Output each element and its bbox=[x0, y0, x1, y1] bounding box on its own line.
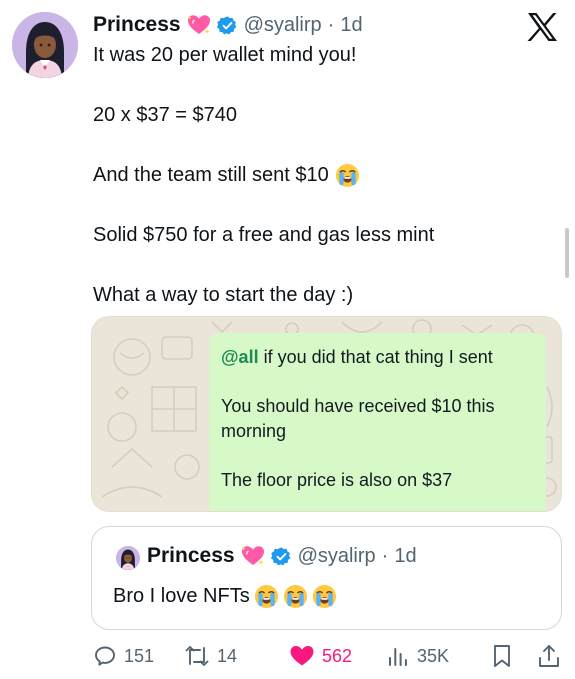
tweet-header: Princess @syalirp · 1d bbox=[93, 10, 363, 40]
quoted-tweet[interactable]: Princess @syalirp · 1d Bro I love NFTs bbox=[91, 526, 562, 630]
attached-image[interactable]: @all if you did that cat thing I sent Yo… bbox=[91, 316, 562, 512]
tweet-line: What a way to start the day :) bbox=[93, 284, 354, 306]
quote-author-name: Princess bbox=[147, 544, 235, 567]
chat-text: The floor price is also on $37 bbox=[221, 470, 453, 490]
crying-face-emoji bbox=[312, 584, 337, 609]
author-handle[interactable]: @syalirp bbox=[244, 14, 322, 37]
reply-count: 151 bbox=[124, 645, 155, 666]
tweet-line: It was 20 per wallet mind you! bbox=[93, 44, 357, 66]
bookmark-icon bbox=[494, 645, 510, 667]
quote-author-handle: @syalirp bbox=[297, 544, 376, 567]
quote-timestamp: 1d bbox=[394, 544, 417, 567]
avatar[interactable] bbox=[12, 12, 78, 78]
tweet-line: 20 x $37 = $740 bbox=[93, 104, 238, 126]
share-icon bbox=[539, 645, 559, 667]
author-name[interactable]: Princess bbox=[93, 13, 181, 37]
separator-dot: · bbox=[327, 13, 335, 36]
quote-text: Bro I love NFTs bbox=[113, 584, 337, 609]
repost-icon bbox=[185, 646, 209, 666]
quote-avatar bbox=[116, 546, 140, 570]
chat-text: You should have received $10 this bbox=[221, 396, 495, 416]
bookmark-button[interactable] bbox=[490, 640, 514, 672]
verified-badge-icon[interactable] bbox=[217, 15, 238, 36]
chat-text: morning bbox=[221, 421, 287, 441]
tweet-text: It was 20 per wallet mind you! 20 x $37 … bbox=[93, 42, 553, 308]
share-button[interactable] bbox=[536, 640, 562, 672]
reply-icon bbox=[95, 646, 115, 666]
verified-badge-icon bbox=[271, 546, 292, 567]
views-icon bbox=[389, 648, 407, 666]
scrollbar[interactable] bbox=[565, 228, 569, 278]
crying-face-emoji bbox=[335, 163, 360, 188]
timestamp[interactable]: 1d bbox=[340, 14, 362, 37]
crying-face-emoji bbox=[283, 584, 308, 609]
repost-count: 14 bbox=[217, 645, 238, 666]
tweet-line: Solid $750 for a free and gas less mint bbox=[93, 224, 435, 246]
reply-button[interactable]: 151 bbox=[93, 640, 154, 672]
chat-text: if you did that cat thing I sent bbox=[258, 347, 493, 367]
quote-header: Princess @syalirp · 1d bbox=[147, 544, 417, 568]
crying-face-emoji bbox=[254, 584, 279, 609]
chat-mention: @all bbox=[221, 347, 259, 367]
views-count: 35K bbox=[417, 645, 450, 666]
quote-text-content: Bro I love NFTs bbox=[113, 585, 250, 607]
action-bar: 151 14 562 35K bbox=[93, 640, 563, 672]
separator-dot: · bbox=[381, 544, 389, 567]
tweet-line-text: And the team still sent $10 bbox=[93, 164, 329, 186]
sparkling-heart-emoji bbox=[241, 545, 265, 567]
sparkling-heart-emoji bbox=[187, 14, 211, 36]
views-button[interactable]: 35K bbox=[386, 640, 449, 672]
tweet-line: And the team still sent $10 bbox=[93, 162, 553, 188]
like-count: 562 bbox=[322, 645, 353, 666]
repost-button[interactable]: 14 bbox=[184, 640, 237, 672]
like-button[interactable]: 562 bbox=[289, 640, 352, 672]
chat-bubble: @all if you did that cat thing I sent Yo… bbox=[209, 333, 546, 511]
x-logo-icon bbox=[527, 13, 557, 41]
like-heart-icon bbox=[290, 646, 314, 666]
